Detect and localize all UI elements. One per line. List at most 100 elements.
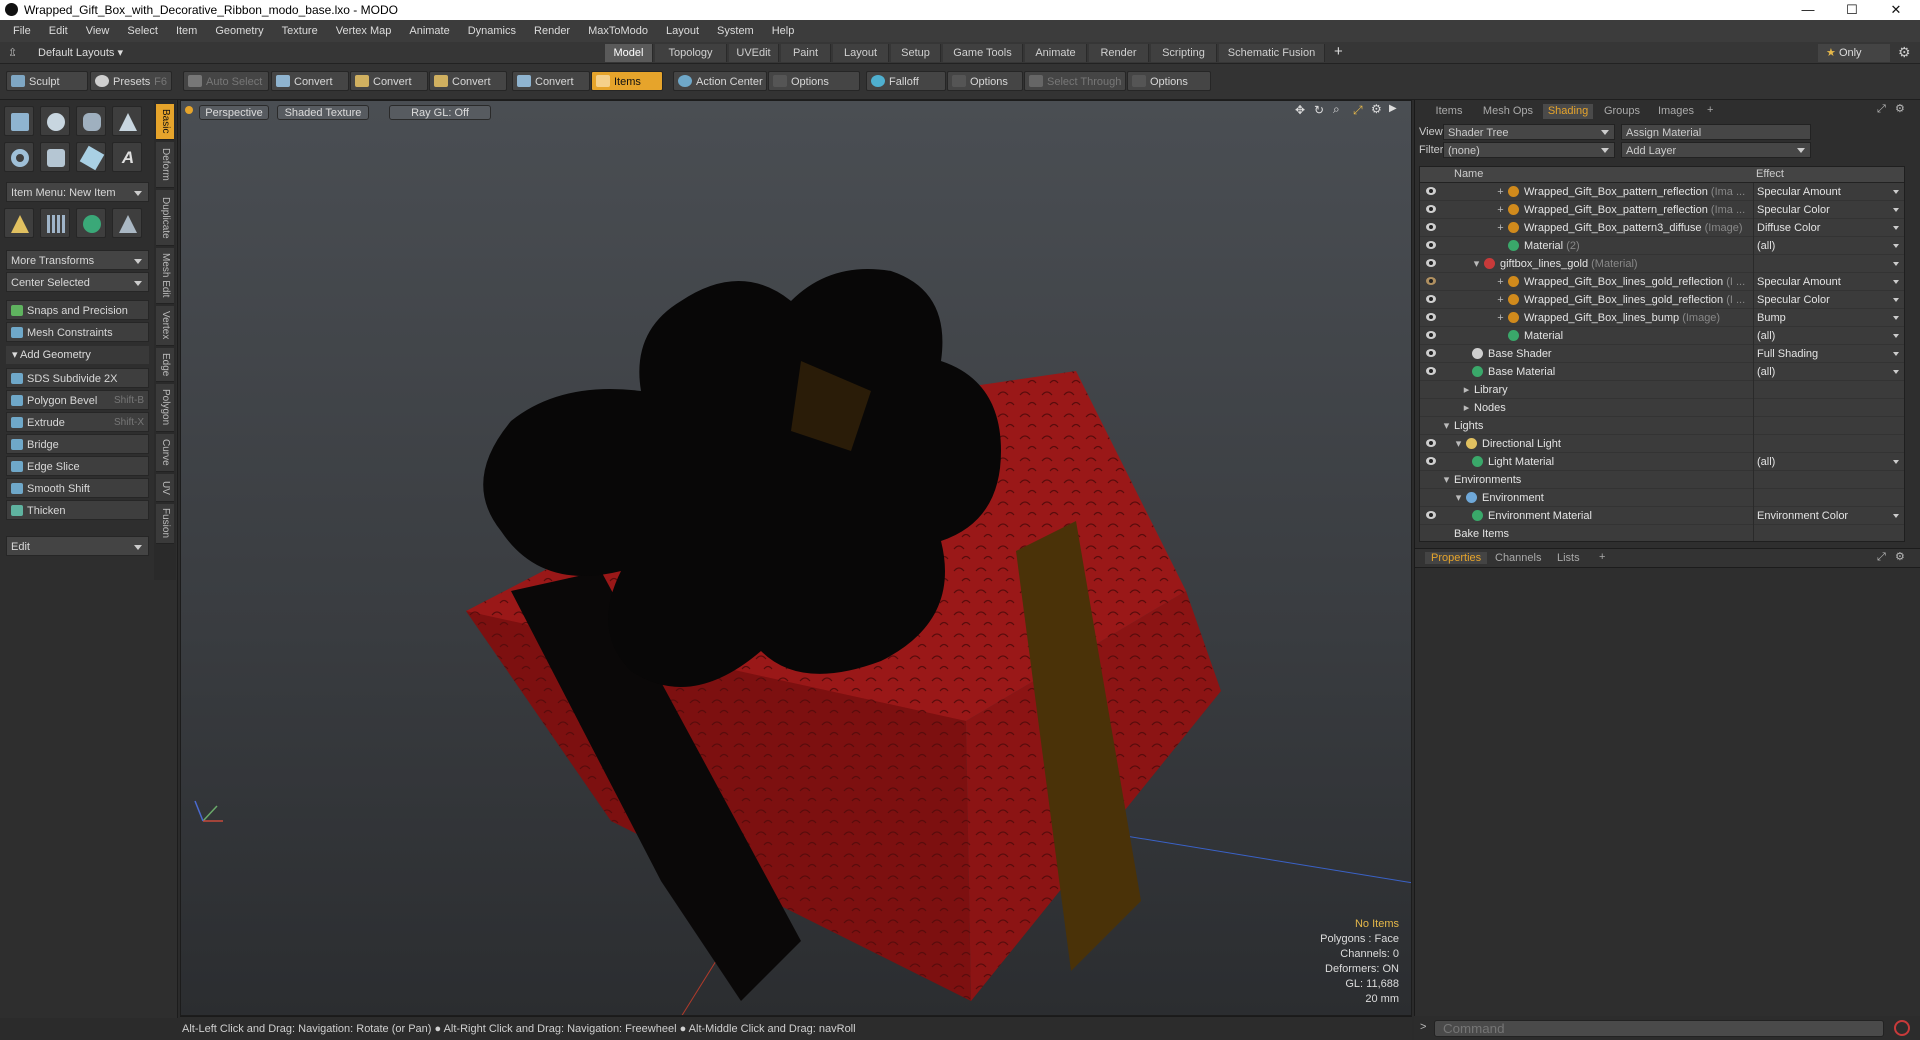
effect-dropdown[interactable]: Specular Amount [1753,183,1903,201]
tab-paint[interactable]: Paint [781,44,831,62]
effect-dropdown[interactable]: Specular Color [1753,201,1903,219]
tool-extrude[interactable]: Extrude Shift-X [6,412,149,432]
select-options-button[interactable]: Options [1127,71,1211,91]
tab-items[interactable]: Items [1425,104,1473,119]
tab-topology[interactable]: Topology [655,44,727,62]
effect-dropdown[interactable]: (all) [1753,237,1903,255]
tab-groups[interactable]: Groups [1597,104,1647,119]
menu-dynamics[interactable]: Dynamics [459,25,525,37]
layout-lock-icon[interactable]: ⇫ [8,46,17,59]
menu-maxtomodo[interactable]: MaxToModo [579,25,657,37]
sphere-primitive-button[interactable] [40,106,70,136]
add-tab-icon[interactable]: + [1599,551,1605,563]
globe-button[interactable] [76,208,106,238]
collapse-icon[interactable]: ▾ [1442,417,1451,435]
auto-select-button[interactable]: Auto Select [183,71,269,91]
eye-icon[interactable] [1426,295,1436,303]
mesh-button[interactable] [112,208,142,238]
tree-row[interactable]: ▸ Library [1420,381,1904,399]
tree-row[interactable]: ▾ giftbox_lines_gold (Material) [1420,255,1904,273]
layout-preset-dropdown[interactable]: Default Layouts ▾ [38,46,123,59]
brush-icon[interactable] [1426,277,1436,285]
tab-uvedit[interactable]: UVEdit [729,44,779,62]
eye-icon[interactable] [1426,313,1436,321]
falloff-options-button[interactable]: Options [947,71,1023,91]
eye-icon[interactable] [1426,241,1436,249]
filter-dropdown[interactable]: (none) [1443,142,1615,158]
add-tab-button[interactable]: + [1334,43,1343,60]
tab-layout[interactable]: Layout [833,44,889,62]
transform-button[interactable] [4,208,34,238]
collapse-icon[interactable]: ▾ [1472,255,1481,273]
vtab-mesh-edit[interactable]: Mesh Edit [156,248,174,304]
menu-help[interactable]: Help [763,25,804,37]
convert-item-button[interactable]: Convert [512,71,590,91]
tab-animate[interactable]: Animate [1025,44,1087,62]
center-selected-dropdown[interactable]: Center Selected [6,272,149,292]
sculpt-button[interactable]: Sculpt [6,71,88,91]
tab-lists[interactable]: Lists [1557,552,1580,564]
gear-icon[interactable]: ⚙ [1898,44,1911,61]
vtab-edge[interactable]: Edge [156,348,174,382]
panel-gear-icon[interactable]: ⚙ [1895,102,1905,115]
tree-row[interactable]: Environment Material Environment Color [1420,507,1904,525]
tree-row[interactable]: Light Material (all) [1420,453,1904,471]
tab-channels[interactable]: Channels [1495,552,1541,564]
tree-row[interactable]: + Wrapped_Gift_Box_lines_gold_reflection … [1420,291,1904,309]
grid-button[interactable] [40,208,70,238]
vtab-basic[interactable]: Basic [156,104,174,140]
torus-primitive-button[interactable] [4,142,34,172]
eye-icon[interactable] [1426,457,1436,465]
collapse-icon[interactable]: ▾ [1454,489,1463,507]
tool-thicken[interactable]: Thicken [6,500,149,520]
menu-item[interactable]: Item [167,25,206,37]
tool-sds-subdivide[interactable]: SDS Subdivide 2X [6,368,149,388]
convert-polygon-button[interactable]: Convert [429,71,507,91]
action-center-options-button[interactable]: Options [768,71,860,91]
tab-setup[interactable]: Setup [891,44,941,62]
tab-model[interactable]: Model [605,44,653,62]
collapse-icon[interactable]: ▾ [1454,435,1463,453]
effect-dropdown[interactable]: Environment Color [1753,507,1903,525]
tree-row[interactable]: ▾ Directional Light [1420,435,1904,453]
tube-primitive-button[interactable] [40,142,70,172]
expand-icon[interactable]: + [1496,201,1505,219]
items-mode-button[interactable]: Items [591,71,663,91]
cone-primitive-button[interactable] [112,106,142,136]
tab-shading[interactable]: Shading [1543,104,1593,119]
effect-dropdown[interactable]: Specular Amount [1753,273,1903,291]
add-tab-icon[interactable]: + [1707,104,1713,116]
tab-images[interactable]: Images [1651,104,1701,119]
col-name-header[interactable]: Name [1454,168,1483,180]
convert-edge-button[interactable]: Convert [350,71,428,91]
tree-row[interactable]: ▾ Environment [1420,489,1904,507]
action-center-button[interactable]: Action Center [673,71,767,91]
tool-edge-slice[interactable]: Edge Slice [6,456,149,476]
edit-dropdown[interactable]: Edit [6,536,149,556]
minimize-button[interactable]: — [1786,0,1830,20]
menu-animate[interactable]: Animate [400,25,458,37]
panel-expand-icon[interactable]: ⤢ [1877,103,1886,116]
eye-icon[interactable] [1426,205,1436,213]
shader-tree[interactable]: Name Effect + Wrapped_Gift_Box_pattern_re… [1419,166,1905,542]
effect-dropdown[interactable]: Specular Color [1753,291,1903,309]
assign-material-button[interactable]: Assign Material [1621,124,1811,140]
effect-dropdown[interactable]: Bump [1753,309,1903,327]
eye-icon[interactable] [1426,349,1436,357]
effect-dropdown[interactable]: (all) [1753,453,1903,471]
panel-expand-icon[interactable]: ⤢ [1877,551,1886,564]
tab-schematic-fusion[interactable]: Schematic Fusion [1219,44,1325,62]
cube-primitive-button[interactable] [4,106,34,136]
menu-edit[interactable]: Edit [40,25,77,37]
effect-dropdown[interactable]: Full Shading [1753,345,1903,363]
tree-row[interactable]: ▸ Nodes [1420,399,1904,417]
eye-icon[interactable] [1426,439,1436,447]
tree-row[interactable]: + Wrapped_Gift_Box_pattern3_diffuse (Imag… [1420,219,1904,237]
more-transforms-dropdown[interactable]: More Transforms [6,250,149,270]
effect-dropdown[interactable]: (all) [1753,327,1903,345]
tab-mesh-ops[interactable]: Mesh Ops [1477,104,1539,119]
cylinder-primitive-button[interactable] [76,106,106,136]
expand-icon[interactable]: + [1496,183,1505,201]
panel-gear-icon[interactable]: ⚙ [1895,550,1905,563]
menu-file[interactable]: File [4,25,40,37]
